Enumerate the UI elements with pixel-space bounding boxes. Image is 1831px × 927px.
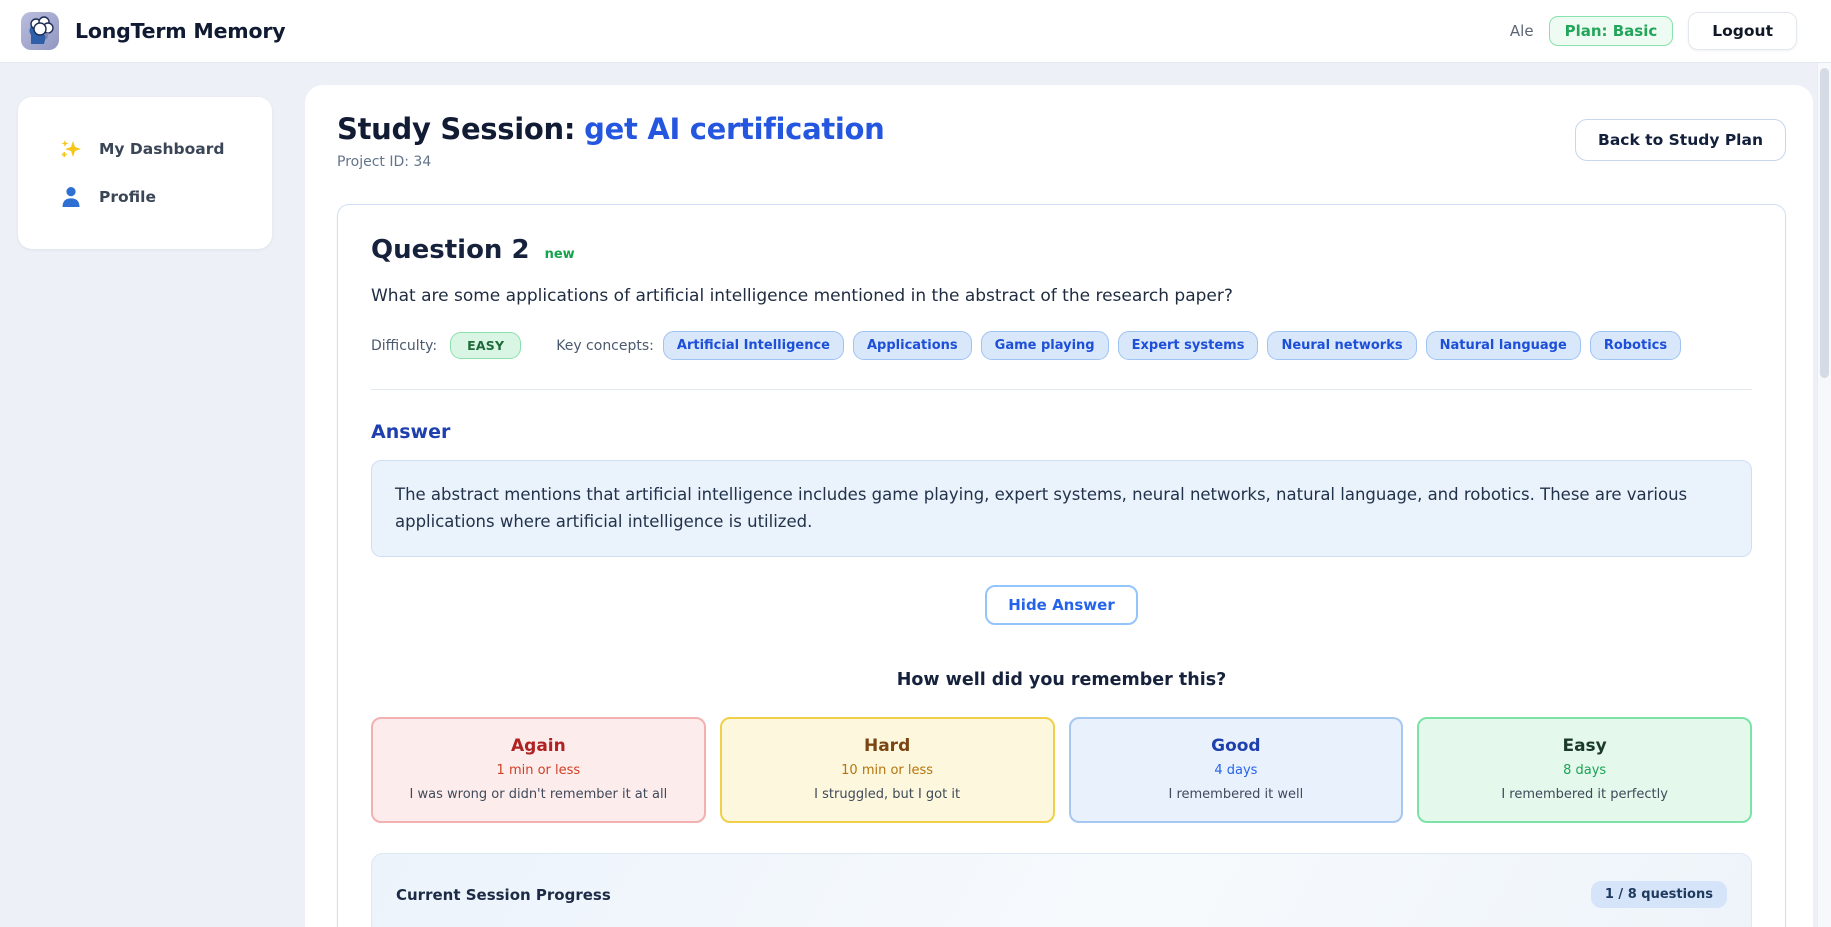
question-meta-row: Difficulty: EASY Key concepts: Artificia… [371, 331, 1752, 360]
rating-prompt: How well did you remember this? [371, 670, 1752, 690]
rating-option-easy[interactable]: Easy 8 days I remembered it perfectly [1417, 717, 1752, 823]
page-title: Study Session: get AI certification [337, 112, 885, 146]
concept-chip: Neural networks [1267, 331, 1416, 360]
logout-button[interactable]: Logout [1688, 12, 1797, 50]
difficulty-label: Difficulty: [371, 338, 437, 354]
hide-answer-row: Hide Answer [371, 585, 1752, 625]
rating-description: I remembered it well [1081, 787, 1392, 802]
rating-description: I struggled, but I got it [732, 787, 1043, 802]
difficulty-badge: EASY [450, 332, 521, 359]
title-prefix: Study Session: [337, 112, 575, 146]
session-name: get AI certification [584, 112, 884, 146]
person-icon [60, 186, 82, 208]
sidebar: My Dashboard Profile [18, 97, 272, 249]
new-badge: new [545, 247, 575, 262]
header-actions: Ale Plan: Basic Logout [1510, 12, 1811, 50]
sidebar-item-label: Profile [99, 188, 156, 206]
rating-interval: 4 days [1081, 763, 1392, 778]
hide-answer-button[interactable]: Hide Answer [985, 585, 1137, 625]
rating-option-again[interactable]: Again 1 min or less I was wrong or didn'… [371, 717, 706, 823]
concept-chip: Game playing [981, 331, 1109, 360]
scrollbar-thumb[interactable] [1820, 68, 1829, 378]
back-to-study-plan-button[interactable]: Back to Study Plan [1575, 119, 1786, 161]
question-card: Question 2 new What are some application… [337, 204, 1786, 927]
rating-label: Easy [1429, 736, 1740, 756]
question-text: What are some applications of artificial… [371, 286, 1752, 306]
brain-logo-icon [20, 11, 60, 51]
rating-option-good[interactable]: Good 4 days I remembered it well [1069, 717, 1404, 823]
page-scrollbar[interactable] [1817, 63, 1831, 927]
concept-chip: Natural language [1426, 331, 1581, 360]
rating-label: Hard [732, 736, 1043, 756]
progress-count-badge: 1 / 8 questions [1591, 881, 1727, 908]
rating-option-hard[interactable]: Hard 10 min or less I struggled, but I g… [720, 717, 1055, 823]
rating-options: Again 1 min or less I was wrong or didn'… [371, 717, 1752, 823]
user-name: Ale [1510, 22, 1534, 40]
sidebar-item-label: My Dashboard [99, 140, 224, 158]
answer-text: The abstract mentions that artificial in… [371, 460, 1752, 557]
project-id: Project ID: 34 [337, 154, 885, 170]
rating-description: I was wrong or didn't remember it at all [383, 787, 694, 802]
answer-heading: Answer [371, 421, 1752, 443]
rating-label: Good [1081, 736, 1392, 756]
sparkles-icon [60, 138, 82, 160]
title-block: Study Session: get AI certification Proje… [337, 112, 885, 170]
rating-interval: 8 days [1429, 763, 1740, 778]
concept-chip: Artificial Intelligence [663, 331, 844, 360]
rating-interval: 10 min or less [732, 763, 1043, 778]
app-window: LongTerm Memory Ale Plan: Basic Logout M… [0, 0, 1831, 927]
session-progress-card: Current Session Progress 1 / 8 questions [371, 853, 1752, 927]
rating-interval: 1 min or less [383, 763, 694, 778]
concept-chip: Expert systems [1118, 331, 1259, 360]
section-divider [371, 389, 1752, 390]
title-row: Study Session: get AI certification Proje… [305, 85, 1813, 170]
key-concepts-label: Key concepts: [556, 338, 654, 354]
concept-chip: Applications [853, 331, 972, 360]
sidebar-item-profile[interactable]: Profile [18, 173, 272, 221]
main-panel: Study Session: get AI certification Proje… [305, 85, 1813, 927]
concept-chip: Robotics [1590, 331, 1681, 360]
rating-description: I remembered it perfectly [1429, 787, 1740, 802]
app-header: LongTerm Memory Ale Plan: Basic Logout [0, 0, 1831, 63]
question-header: Question 2 new [371, 235, 1752, 265]
question-number: Question 2 [371, 235, 530, 265]
plan-badge: Plan: Basic [1549, 16, 1674, 46]
progress-title: Current Session Progress [396, 886, 611, 904]
rating-label: Again [383, 736, 694, 756]
sidebar-item-dashboard[interactable]: My Dashboard [18, 125, 272, 173]
app-title: LongTerm Memory [75, 19, 285, 43]
